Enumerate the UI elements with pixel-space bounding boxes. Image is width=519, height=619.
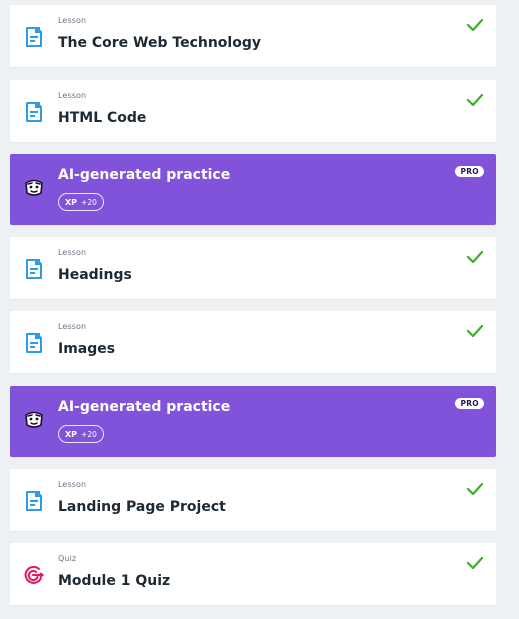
xp-value: +20: [81, 430, 97, 439]
ai-practice-item[interactable]: AI-generated practice PRO XP +20: [10, 386, 496, 457]
document-icon: [24, 101, 44, 123]
item-kind-label: Lesson: [58, 480, 87, 489]
xp-value: +20: [81, 198, 97, 207]
check-icon: [466, 249, 484, 264]
pro-badge: PRO: [455, 398, 484, 409]
check-icon: [466, 481, 484, 496]
lesson-item-images[interactable]: Lesson Images: [10, 311, 496, 373]
lesson-item-landing-page-project[interactable]: Lesson Landing Page Project: [10, 469, 496, 531]
target-icon: [24, 564, 44, 586]
ai-face-icon: [23, 178, 45, 198]
document-icon: [24, 26, 44, 48]
course-item-list: Lesson The Core Web Technology Lesson HT…: [0, 0, 519, 619]
item-title: HTML Code: [58, 110, 147, 126]
check-icon: [466, 323, 484, 338]
item-title: The Core Web Technology: [58, 35, 261, 51]
xp-label: XP: [65, 198, 78, 207]
item-kind-label: Lesson: [58, 16, 87, 25]
item-kind-label: Lesson: [58, 248, 87, 257]
item-title: Headings: [58, 267, 132, 283]
check-icon: [466, 17, 484, 32]
item-title: AI-generated practice: [58, 167, 231, 183]
document-icon: [24, 490, 44, 512]
item-kind-label: Lesson: [58, 91, 87, 100]
document-icon: [24, 258, 44, 280]
item-title: Images: [58, 341, 116, 357]
item-title: Landing Page Project: [58, 499, 226, 515]
ai-face-icon: [23, 410, 45, 430]
document-icon: [24, 332, 44, 354]
item-title: AI-generated practice: [58, 399, 231, 415]
lesson-item-html-code[interactable]: Lesson HTML Code: [10, 80, 496, 142]
ai-practice-item[interactable]: AI-generated practice PRO XP +20: [10, 154, 496, 225]
quiz-item-module-1[interactable]: Quiz Module 1 Quiz: [10, 543, 496, 605]
check-icon: [466, 555, 484, 570]
item-kind-label: Lesson: [58, 322, 87, 331]
lesson-item-headings[interactable]: Lesson Headings: [10, 237, 496, 299]
xp-label: XP: [65, 430, 78, 439]
lesson-item-core-web-technology[interactable]: Lesson The Core Web Technology: [10, 5, 496, 67]
item-kind-label: Quiz: [58, 554, 77, 563]
check-icon: [466, 92, 484, 107]
xp-reward-pill: XP +20: [58, 193, 104, 211]
item-title: Module 1 Quiz: [58, 573, 171, 589]
xp-reward-pill: XP +20: [58, 425, 104, 443]
pro-badge: PRO: [455, 166, 484, 177]
